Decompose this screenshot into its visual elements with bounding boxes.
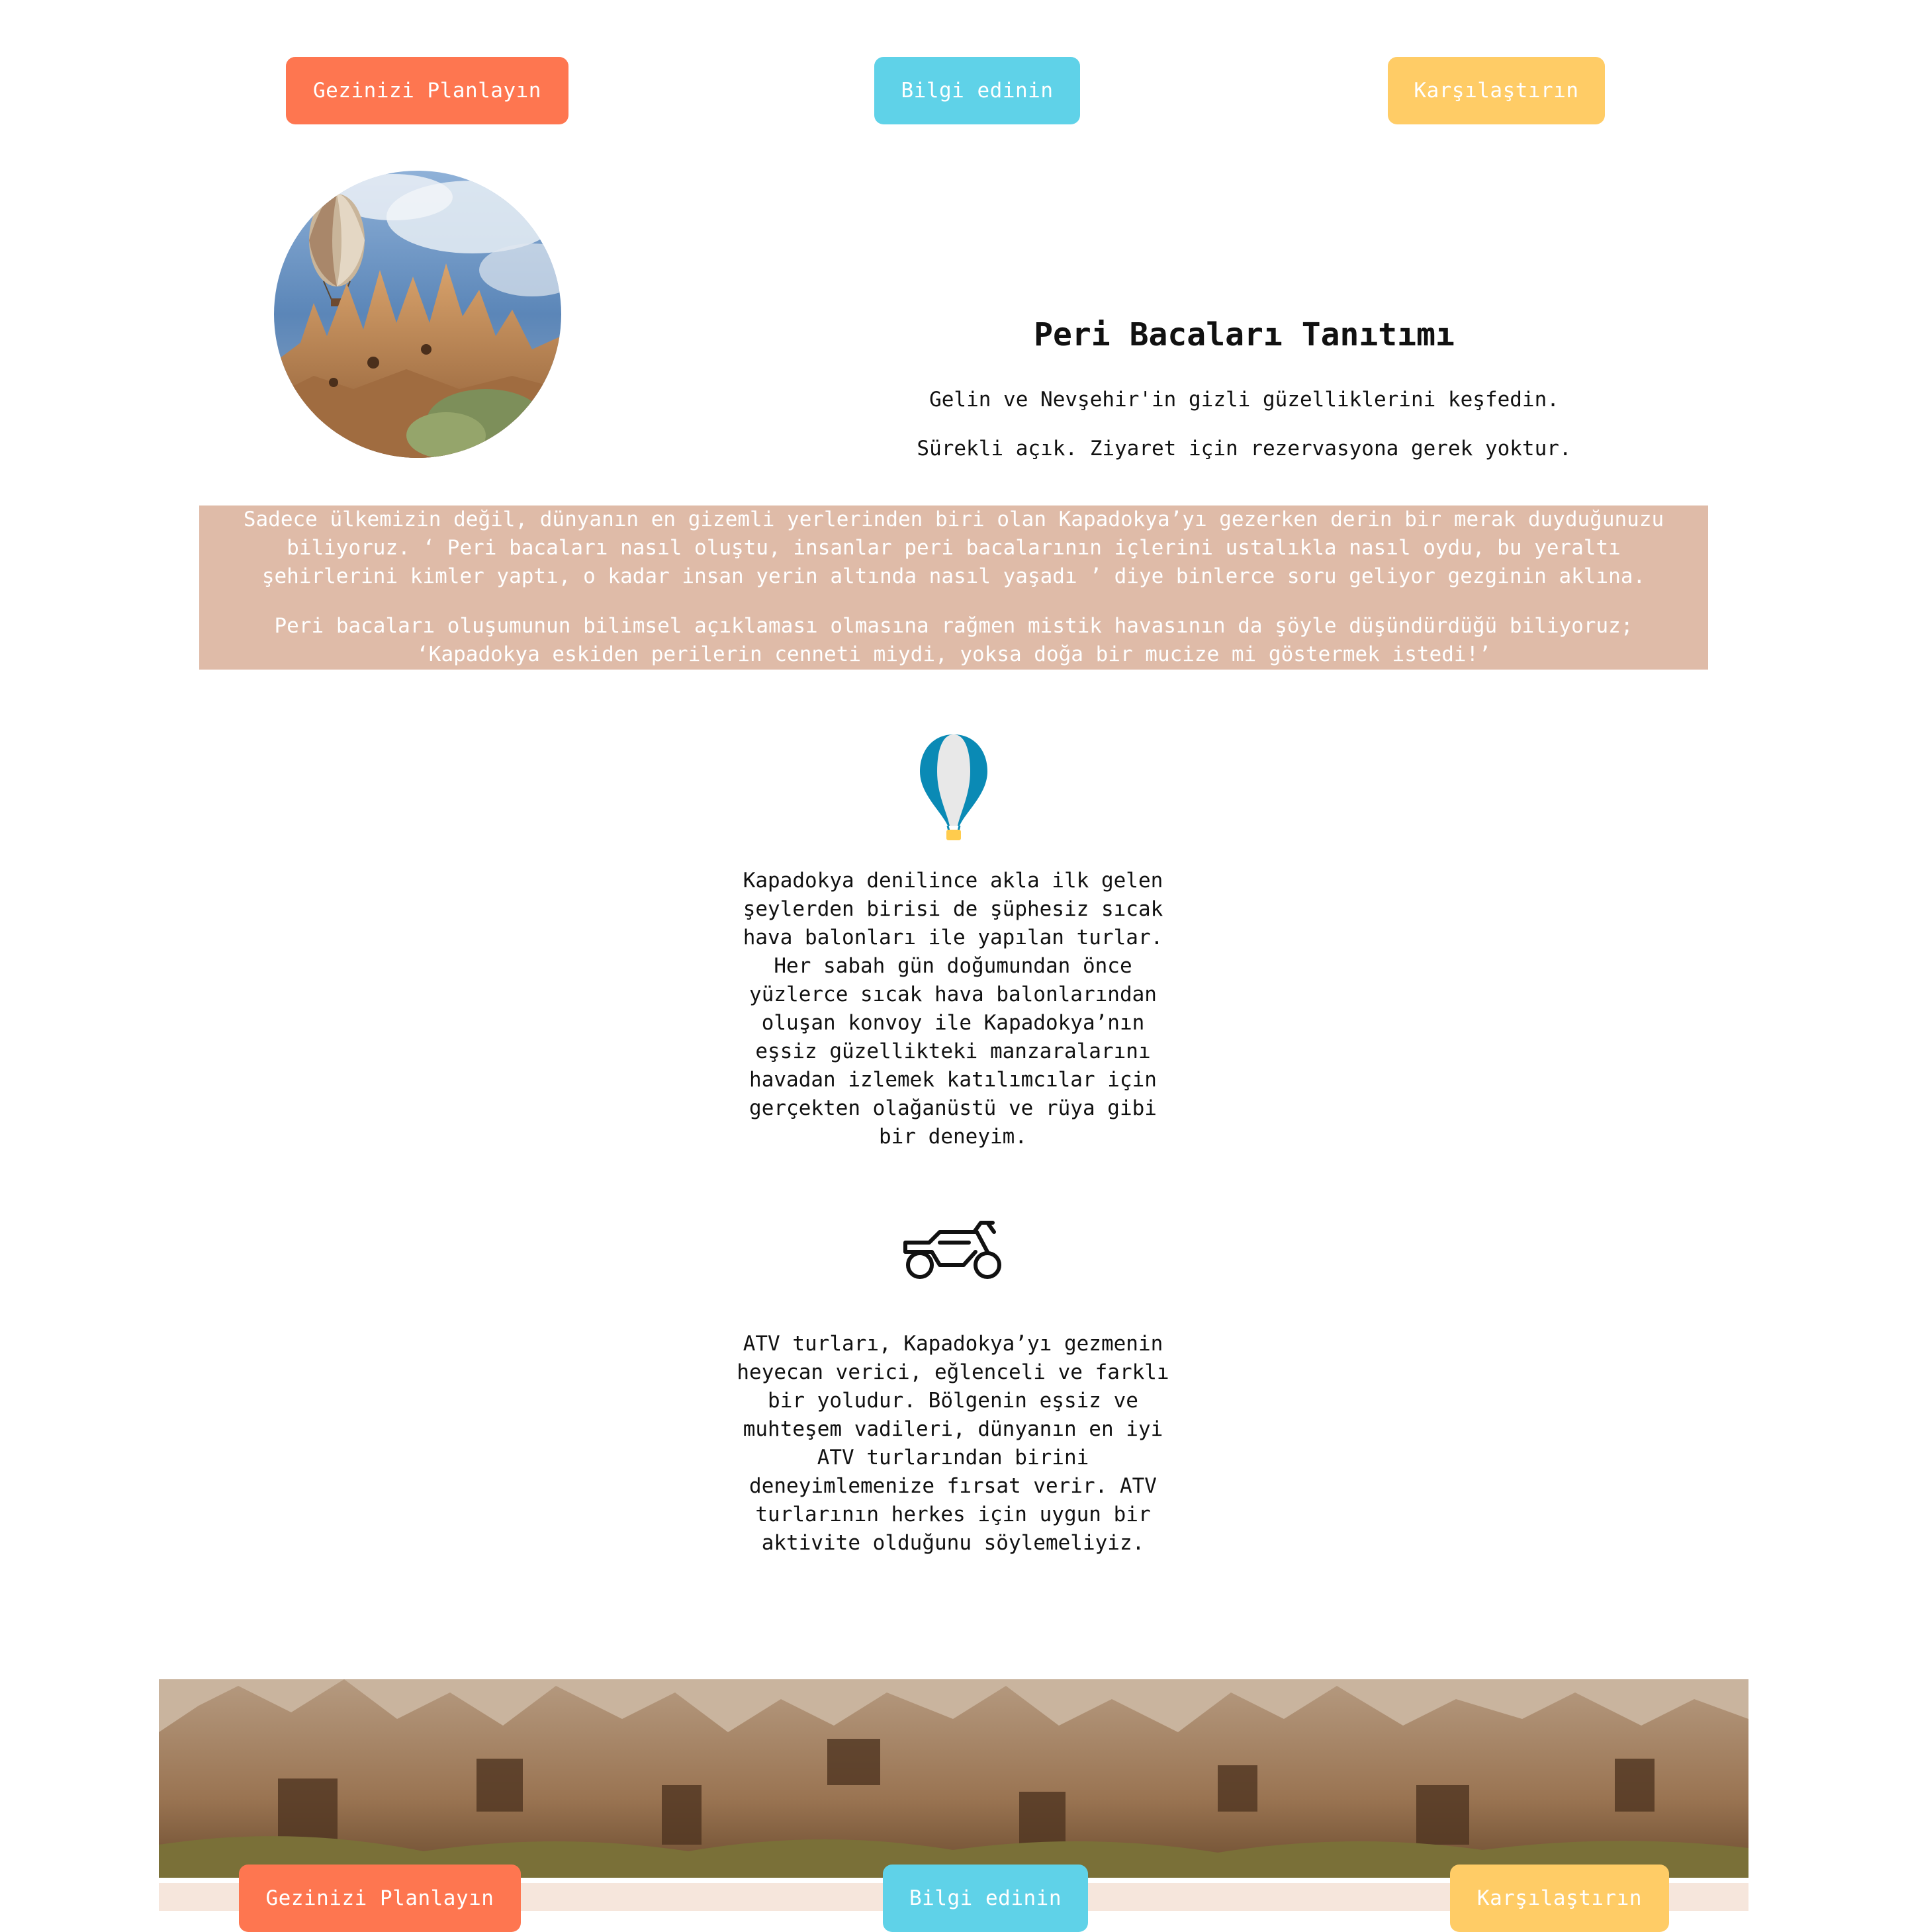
learn-more-button[interactable]: Bilgi edinin	[874, 57, 1080, 124]
hot-air-balloon-icon	[917, 733, 990, 840]
intro-tagline: Gelin ve Nevşehir'in gizli güzelliklerin…	[929, 388, 1559, 412]
plan-trip-button[interactable]: Gezinizi Planlayın	[286, 57, 568, 124]
hero-cappadocia-photo	[274, 171, 561, 458]
atv-tour-text: ATV turları, Kapadokya’yı gezmenin heyec…	[737, 1332, 1169, 1555]
info-paragraph-2: Peri bacaları oluşumunun bilimsel açıkla…	[274, 614, 1633, 666]
page-title: Peri Bacaları Tanıtımı	[1034, 316, 1455, 353]
intro-opening-info: Sürekli açık. Ziyaret için rezervasyona …	[917, 437, 1572, 461]
info-band: Sadece ülkemizin değil, dünyanın en gize…	[199, 505, 1708, 670]
atv-icon	[900, 1217, 1007, 1284]
footer-plan-trip-button[interactable]: Gezinizi Planlayın	[239, 1865, 521, 1932]
footer-learn-more-button[interactable]: Bilgi edinin	[883, 1865, 1088, 1932]
balloon-tour-text: Kapadokya denilince akla ilk gelen şeyle…	[743, 869, 1163, 1149]
compare-button[interactable]: Karşılaştırın	[1388, 57, 1605, 124]
info-paragraph-1: Sadece ülkemizin değil, dünyanın en gize…	[243, 507, 1664, 588]
footer-compare-button[interactable]: Karşılaştırın	[1450, 1865, 1669, 1932]
footer-cappadocia-photo	[159, 1679, 1748, 1878]
